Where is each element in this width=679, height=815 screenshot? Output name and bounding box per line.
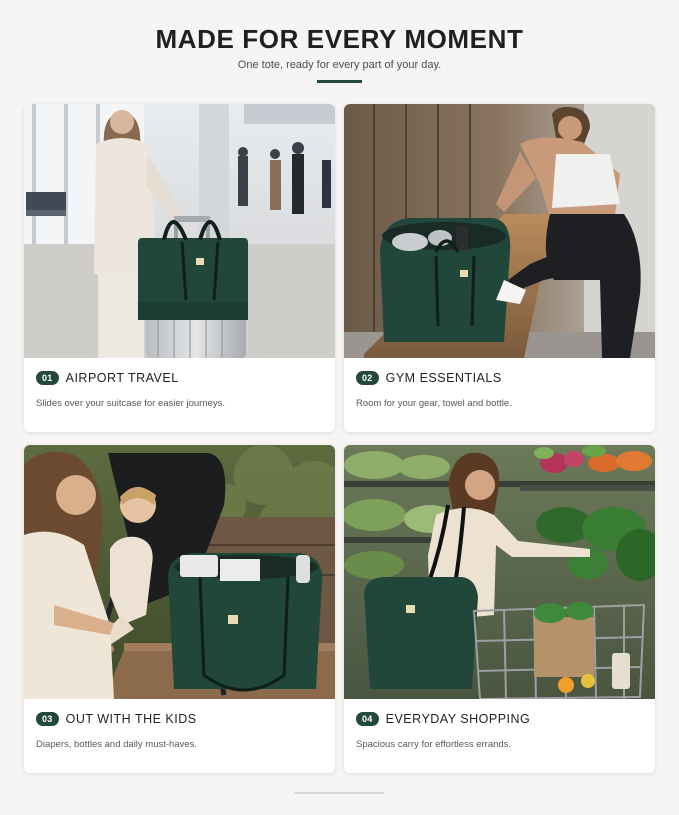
card-label-row: 01 AIRPORT TRAVEL — [36, 370, 179, 386]
page-subtitle: One tote, ready for every part of your d… — [237, 59, 442, 71]
card-everyday-shopping: 04 EVERYDAY SHOPPING Spacious carry for … — [344, 445, 655, 773]
card-description: Room for your gear, towel and bottle. — [356, 398, 512, 409]
card-label-row: 04 EVERYDAY SHOPPING — [356, 711, 530, 727]
card-airport-travel: 01 AIRPORT TRAVEL Slides over your suitc… — [24, 104, 335, 432]
card-photo-shopping — [344, 445, 655, 699]
bottom-divider — [294, 792, 384, 794]
title-divider — [317, 80, 362, 83]
card-description: Diapers, bottles and daily must-haves. — [36, 739, 198, 750]
card-title: OUT WITH THE KIDS — [65, 712, 197, 726]
card-title: AIRPORT TRAVEL — [65, 371, 179, 385]
card-number-badge: 03 — [36, 712, 59, 726]
card-description: Slides over your suitcase for easier jou… — [36, 398, 226, 409]
card-number-badge: 01 — [36, 371, 59, 385]
card-title: GYM ESSENTIALS — [385, 371, 502, 385]
card-label-row: 03 OUT WITH THE KIDS — [36, 711, 197, 727]
card-photo-gym — [344, 104, 655, 358]
page-title: MADE FOR EVERY MOMENT — [155, 24, 524, 54]
card-label-row: 02 GYM ESSENTIALS — [356, 370, 502, 386]
card-gym-essentials: 02 GYM ESSENTIALS Room for your gear, to… — [344, 104, 655, 432]
card-number-badge: 04 — [356, 712, 379, 726]
card-title: EVERYDAY SHOPPING — [385, 712, 531, 726]
card-out-with-the-kids: 03 OUT WITH THE KIDS Diapers, bottles an… — [24, 445, 335, 773]
card-photo-kids — [24, 445, 335, 699]
card-number-badge: 02 — [356, 371, 379, 385]
card-description: Spacious carry for effortless errands. — [356, 739, 512, 750]
card-photo-airport — [24, 104, 335, 358]
